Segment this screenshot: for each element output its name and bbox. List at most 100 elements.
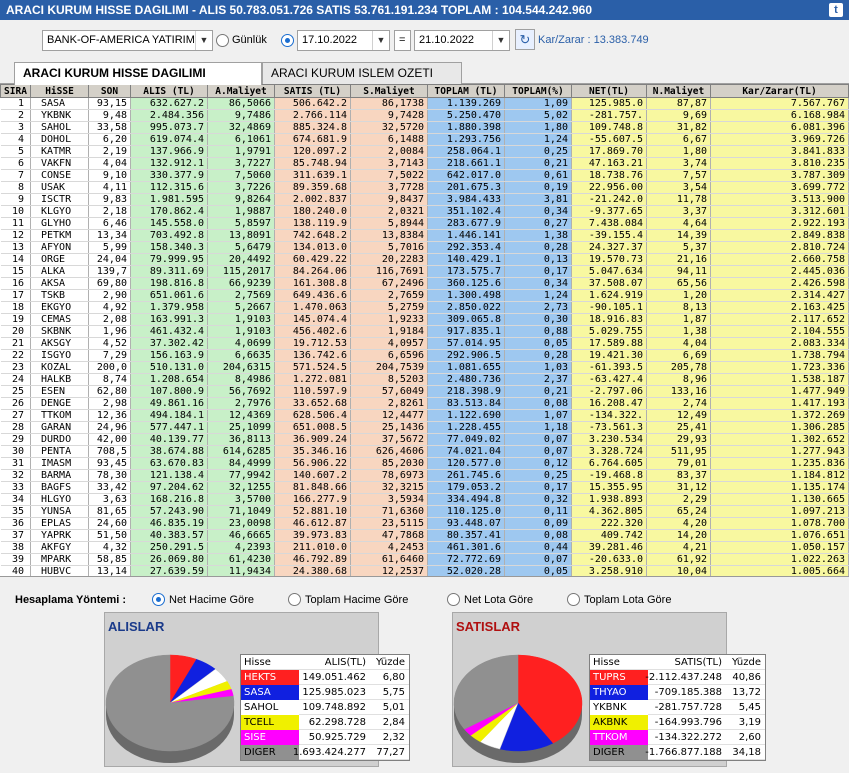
table-row[interactable]: 20 SKBNK 1,96 461.432.4 1,9103 456.402.6 1,918… [0,325,849,338]
table-row[interactable]: 27 TTKOM 12,36 494.184.1 12,4369 628.506.4 12,… [0,409,849,422]
table-cell: 1,18 [504,421,572,434]
net-lota-radio[interactable] [447,593,460,606]
table-row[interactable]: 21 AKSGY 4,52 37.302.42 4,0699 19.712.53 4,095… [0,337,849,350]
toplam-lota-radio[interactable] [567,593,580,606]
table-row[interactable]: 3 SAHOL 33,58 995.073.7 32,4869 885.324.8 32,5… [0,121,849,134]
column-header[interactable]: Kar/Zarar(TL) [710,84,849,98]
date-to-picker[interactable]: 21.10.2022 ▼ [414,30,510,51]
twitter-icon[interactable]: t [829,3,843,17]
chevron-down-icon[interactable]: ▼ [372,31,389,50]
table-row[interactable]: 12 PETKM 13,34 703.492.8 13,8091 742.648.2 13,… [0,229,849,242]
table-row[interactable]: 15 ALKA 139,7 89.311.69 115,2017 84.264.06 116… [0,265,849,278]
table-cell: 58,85 [88,553,131,566]
table-cell: PETKM [30,229,89,242]
table-row[interactable]: 9 ISCTR 9,83 1.981.595 9,8264 2.002.837 9,8437… [0,193,849,206]
column-header[interactable]: TOPLAM (TL) [427,84,505,98]
date-from-picker[interactable]: 17.10.2022 ▼ [297,30,390,51]
table-cell: 81,65 [88,505,131,518]
chevron-down-icon[interactable]: ▼ [195,31,212,50]
table-cell: 94,11 [646,265,711,278]
table-row[interactable]: 11 GLYHO 6,46 145.558.0 5,8597 138.119.9 5,894… [0,217,849,230]
column-header[interactable]: N.Maliyet [646,84,711,98]
table-cell: 5,6479 [207,241,275,254]
tab-hisse-dagilimi[interactable]: ARACI KURUM HISSE DAGILIMI [14,62,262,85]
date-range-radio[interactable] [281,34,294,47]
table-row[interactable]: 32 BARMA 78,30 121.138.4 77,9942 140.607.2 78,… [0,469,849,482]
table-cell: 39 [0,553,31,566]
legend-value: 125.985.023 [302,687,366,698]
table-cell: 57.243.90 [130,505,208,518]
column-header[interactable]: A.Maliyet [207,84,275,98]
table-row[interactable]: 37 YAPRK 51,50 40.383.57 46,6665 39.973.83 47,… [0,529,849,542]
broker-select[interactable]: BANK-OF-AMERICA YATIRIM ▼ [42,30,213,51]
table-row[interactable]: 29 DURDO 42,00 40.139.77 36,8113 36.909.24 37,… [0,433,849,446]
table-row[interactable]: 10 KLGYO 2,18 170.862.4 1,9887 180.240.0 2,032… [0,205,849,218]
table-cell: TSKB [30,289,89,302]
table-row[interactable]: 8 USAK 4,11 112.315.6 3,7226 89.359.68 3,7728 2… [0,181,849,194]
legend-pct: 6,80 [382,672,405,683]
column-header[interactable]: TOPLAM(%) [504,84,572,98]
table-row[interactable]: 25 ESEN 62,80 107.800.9 56,7692 110.597.9 57,6… [0,385,849,398]
table-row[interactable]: 24 HALKB 8,74 1.208.654 8,4986 1.272.081 8,520… [0,373,849,386]
column-header[interactable]: SIRA [0,84,31,98]
table-row[interactable]: 1 SASA 93,15 632.627.2 86,5066 506.642.2 86,17… [0,97,849,110]
column-header[interactable]: S.Maliyet [350,84,428,98]
table-row[interactable]: 34 HLGYO 3,63 168.216.8 3,5700 166.277.9 3,593… [0,493,849,506]
column-header[interactable]: NET(TL) [571,84,647,98]
table-row[interactable]: 13 AFYON 5,99 158.340.3 5,6479 134.013.0 5,701… [0,241,849,254]
column-header[interactable]: SATIS (TL) [274,84,351,98]
table-row[interactable]: 30 PENTA 708,5 38.674.88 614,6285 35.346.16 62… [0,445,849,458]
table-cell: 2.922.193 [710,217,849,230]
table-row[interactable]: 14 ORGE 24,04 79.999.95 20,4492 60.429.22 20,2… [0,253,849,266]
table-cell: 2.660.758 [710,253,849,266]
table-row[interactable]: 40 HUBVC 13,14 27.639.59 11,9434 24.380.68 12,… [0,565,849,576]
table-row[interactable]: 36 EPLAS 24,60 46.835.19 23,0098 46.612.87 23,… [0,517,849,530]
table-row[interactable]: 31 IMASM 93,45 63.670.83 84,4999 56.906.22 85,… [0,457,849,470]
table-cell: 47,7868 [350,529,428,542]
table-cell: 31,12 [646,481,711,494]
column-header[interactable]: SON [88,84,131,98]
table-row[interactable]: 5 KATMR 2,19 137.966.9 1,9791 120.097.2 2,0084… [0,145,849,158]
table-row[interactable]: 26 DENGE 2,98 49.861.16 2,7976 33.652.68 2,826… [0,397,849,410]
table-cell: 1.477.949 [710,385,849,398]
refresh-icon[interactable]: ↻ [515,29,535,50]
table-row[interactable]: 2 YKBNK 9,48 2.484.356 9,7486 2.766.114 9,7428… [0,109,849,122]
table-row[interactable]: 17 TSKB 2,90 651.061.6 2,7569 649.436.6 2,7659… [0,289,849,302]
table-row[interactable]: 4 DOHOL 6,20 619.074.4 6,1061 674.681.9 6,1488… [0,133,849,146]
table-row[interactable]: 16 AKSA 69,80 198.816.8 66,9239 161.308.8 67,2… [0,277,849,290]
table-row[interactable]: 7 CONSE 9,10 330.377.9 7,5060 311.639.1 7,5022… [0,169,849,182]
table-cell: 34 [0,493,31,506]
column-header[interactable]: ALIS (TL) [130,84,208,98]
table-cell: 71,6360 [350,505,428,518]
table-cell: 3,7143 [350,157,428,170]
table-cell: 4,11 [88,181,131,194]
table-cell: 218.398.9 [427,385,505,398]
column-header[interactable]: HiSSE [30,84,89,98]
table-cell: 67,2496 [350,277,428,290]
chevron-down-icon[interactable]: ▼ [492,31,509,50]
table-row[interactable]: 38 AKFGY 4,32 250.291.5 4,2393 211.010.0 4,245… [0,541,849,554]
table-row[interactable]: 35 YUNSA 81,65 57.243.90 71,1049 52.881.10 71,… [0,505,849,518]
table-row[interactable]: 33 BAGFS 33,42 97.204.62 32,1255 81.848.66 32,… [0,481,849,494]
gunluk-radio[interactable] [216,34,229,47]
table-cell: 2,8261 [350,397,428,410]
table-row[interactable]: 28 GARAN 24,96 577.447.1 25,1099 651.008.5 25,… [0,421,849,434]
net-hacim-radio[interactable] [152,593,165,606]
table-cell: 1 [0,97,31,110]
table-row[interactable]: 18 EKGYO 4,92 1.379.958 5,2667 1.470.063 5,275… [0,301,849,314]
legend-name: SASA [244,687,271,698]
table-row[interactable]: 39 MPARK 58,85 26.069.80 61,4230 46.792.89 61,… [0,553,849,566]
table-cell: 1.300.498 [427,289,505,302]
table-cell: 1,9887 [207,205,275,218]
table-cell: 1.076.651 [710,529,849,542]
table-cell: 1,09 [504,97,572,110]
table-cell: 651.008.5 [274,421,351,434]
toplam-hacim-radio[interactable] [288,593,301,606]
tab-islem-ozeti[interactable]: ARACI KURUM ISLEM OZETI [262,62,462,84]
table-row[interactable]: 22 ISGYO 7,29 156.163.9 6,6635 136.742.6 6,659… [0,349,849,362]
table-cell: 19.712.53 [274,337,351,350]
table-row[interactable]: 23 KOZAL 200,0 510.131.0 204,6315 571.524.5 20… [0,361,849,374]
table-cell: 2.083.334 [710,337,849,350]
table-row[interactable]: 19 CEMAS 2,08 163.991.3 1,9103 145.074.4 1,923… [0,313,849,326]
table-row[interactable]: 6 VAKFN 4,04 132.912.1 3,7227 85.748.94 3,7143… [0,157,849,170]
